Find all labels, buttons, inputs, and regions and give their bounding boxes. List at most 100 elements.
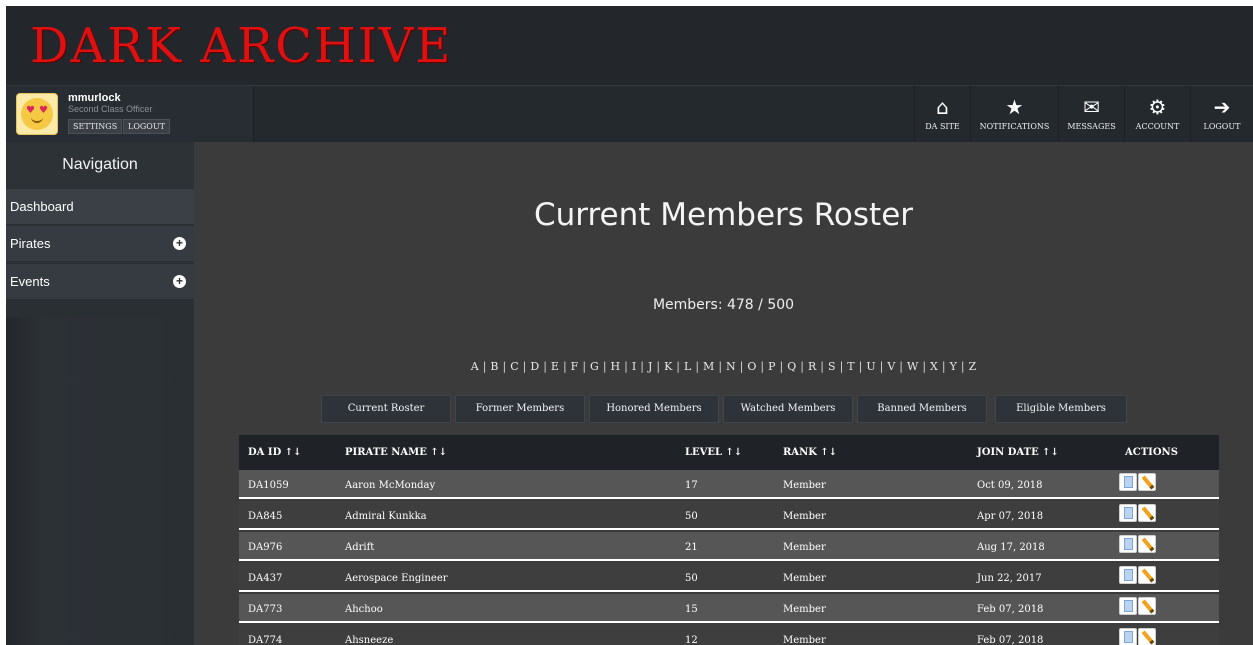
alphabet-letter-w[interactable]: W: [904, 360, 921, 373]
logout-mini-button[interactable]: LOGOUT: [123, 119, 170, 134]
edit-pencil-icon[interactable]: [1138, 535, 1156, 553]
messages-button[interactable]: ✉ MESSAGES: [1058, 86, 1124, 143]
cell-join-date: Oct 09, 2018: [977, 480, 1043, 491]
alphabet-letter-g[interactable]: G: [587, 360, 602, 373]
edit-pencil-icon[interactable]: [1138, 597, 1156, 615]
notifications-button[interactable]: ★ NOTIFICATIONS: [970, 86, 1058, 143]
filter-current-roster-button[interactable]: Current Roster: [321, 395, 451, 423]
cell-da-id: DA774: [248, 635, 283, 645]
column-header-actions: ACTIONS: [1125, 447, 1178, 458]
home-icon: ⌂: [936, 95, 949, 119]
account-label: ACCOUNT: [1135, 122, 1180, 131]
account-button[interactable]: ⚙ ACCOUNT: [1124, 86, 1190, 143]
filter-honored-members-button[interactable]: Honored Members: [589, 395, 719, 423]
edit-pencil-icon[interactable]: [1138, 473, 1156, 491]
column-header-level[interactable]: LEVEL ↑↓: [685, 435, 742, 470]
alphabet-letter-h[interactable]: H: [608, 360, 624, 373]
document-shape: [1124, 569, 1133, 581]
alphabet-letter-m[interactable]: M: [700, 360, 717, 373]
cell-join-date: Apr 07, 2018: [977, 511, 1044, 522]
view-document-icon[interactable]: [1119, 473, 1137, 491]
cell-pirate-name: Ahchoo: [345, 604, 383, 615]
column-header-da-id[interactable]: DA ID ↑↓: [248, 435, 302, 470]
site-header: DARK ARCHIVE: [6, 6, 1253, 85]
cell-level: 50: [685, 511, 698, 522]
table-header: DA ID ↑↓ PIRATE NAME ↑↓ LEVEL ↑↓ RANK ↑↓…: [239, 435, 1219, 470]
view-document-icon[interactable]: [1119, 504, 1137, 522]
pencil-shape: [1141, 599, 1155, 614]
cell-da-id: DA1059: [248, 480, 289, 491]
alphabet-letter-d[interactable]: D: [527, 360, 542, 373]
cell-pirate-name: Ahsneeze: [345, 635, 394, 645]
plus-circle-icon[interactable]: +: [173, 275, 186, 288]
alphabet-letter-u[interactable]: U: [863, 360, 878, 373]
heart-eyes-emoji-icon: ♥ ♥: [21, 98, 53, 130]
alphabet-letter-x[interactable]: X: [927, 360, 941, 373]
alphabet-letter-l[interactable]: L: [681, 360, 694, 373]
star-icon: ★: [1005, 95, 1024, 119]
alphabet-letter-n[interactable]: N: [723, 360, 739, 373]
da-site-button[interactable]: ⌂ DA SITE: [914, 86, 970, 143]
sidebar: Navigation Dashboard Pirates + Events +: [6, 142, 194, 645]
view-document-icon[interactable]: [1119, 597, 1137, 615]
settings-button[interactable]: SETTINGS: [68, 119, 123, 134]
alphabet-letter-f[interactable]: F: [568, 360, 582, 373]
sidebar-item-label: Events: [10, 274, 50, 289]
user-logout-icon: ➔: [1213, 95, 1231, 119]
view-document-icon[interactable]: [1119, 628, 1137, 645]
avatar[interactable]: ♥ ♥: [16, 93, 58, 135]
cell-rank: Member: [783, 573, 826, 584]
plus-circle-icon[interactable]: +: [173, 237, 186, 250]
edit-pencil-icon[interactable]: [1138, 628, 1156, 645]
filter-eligible-members-button[interactable]: Eligible Members: [995, 395, 1127, 423]
cell-join-date: Aug 17, 2018: [977, 542, 1045, 553]
table-row: DA976 Adrift 21 Member Aug 17, 2018: [239, 532, 1219, 561]
table-row: DA1059 Aaron McMonday 17 Member Oct 09, 2018: [239, 470, 1219, 499]
alphabet-letter-a[interactable]: A: [468, 360, 482, 373]
alphabet-letter-r[interactable]: R: [805, 360, 819, 373]
user-rank: Second Class Officer: [68, 104, 153, 114]
document-shape: [1124, 476, 1133, 488]
alphabet-letter-j[interactable]: J: [645, 360, 655, 373]
alphabet-letter-q[interactable]: Q: [784, 360, 799, 373]
sidebar-item-label: Dashboard: [10, 199, 74, 214]
alphabet-letter-o[interactable]: O: [744, 360, 759, 373]
alphabet-letter-v[interactable]: V: [884, 360, 898, 373]
alphabet-letter-s[interactable]: S: [825, 360, 839, 373]
table-row: DA774 Ahsneeze 12 Member Feb 07, 2018: [239, 625, 1219, 645]
cell-join-date: Feb 07, 2018: [977, 635, 1044, 645]
column-header-rank[interactable]: RANK ↑↓: [783, 435, 837, 470]
edit-pencil-icon[interactable]: [1138, 566, 1156, 584]
username: mmurlock: [68, 92, 121, 104]
alphabet-letter-i[interactable]: I: [629, 360, 639, 373]
cell-rank: Member: [783, 542, 826, 553]
filter-banned-members-button[interactable]: Banned Members: [857, 395, 987, 423]
document-shape: [1124, 538, 1133, 550]
alphabet-letter-z[interactable]: Z: [966, 360, 980, 373]
cell-da-id: DA437: [248, 573, 283, 584]
member-count-text: Members: 478 / 500: [652, 297, 795, 313]
heart-icon: ♥: [26, 105, 35, 116]
sidebar-item-pirates[interactable]: Pirates +: [6, 225, 194, 261]
alphabet-letter-t[interactable]: T: [844, 360, 857, 373]
alphabet-letter-p[interactable]: P: [765, 360, 778, 373]
document-shape: [1124, 507, 1133, 519]
alphabet-letter-k[interactable]: K: [661, 360, 675, 373]
filter-former-members-button[interactable]: Former Members: [455, 395, 585, 423]
alphabet-letter-c[interactable]: C: [507, 360, 521, 373]
alphabet-letter-b[interactable]: B: [487, 360, 501, 373]
column-header-join-date[interactable]: JOIN DATE ↑↓: [977, 435, 1059, 470]
column-header-pirate-name[interactable]: PIRATE NAME ↑↓: [345, 435, 447, 470]
logout-button[interactable]: ➔ LOGOUT: [1190, 86, 1253, 143]
view-document-icon[interactable]: [1119, 535, 1137, 553]
alphabet-letter-y[interactable]: Y: [947, 360, 960, 373]
cell-da-id: DA976: [248, 542, 283, 553]
sidebar-item-events[interactable]: Events +: [6, 263, 194, 299]
sidebar-item-dashboard[interactable]: Dashboard: [6, 188, 194, 224]
view-document-icon[interactable]: [1119, 566, 1137, 584]
edit-pencil-icon[interactable]: [1138, 504, 1156, 522]
site-logo[interactable]: DARK ARCHIVE: [30, 20, 452, 72]
alphabet-letter-e[interactable]: E: [548, 360, 562, 373]
main-content: Current Members Roster Members: 478 / 50…: [194, 142, 1253, 645]
filter-watched-members-button[interactable]: Watched Members: [723, 395, 853, 423]
